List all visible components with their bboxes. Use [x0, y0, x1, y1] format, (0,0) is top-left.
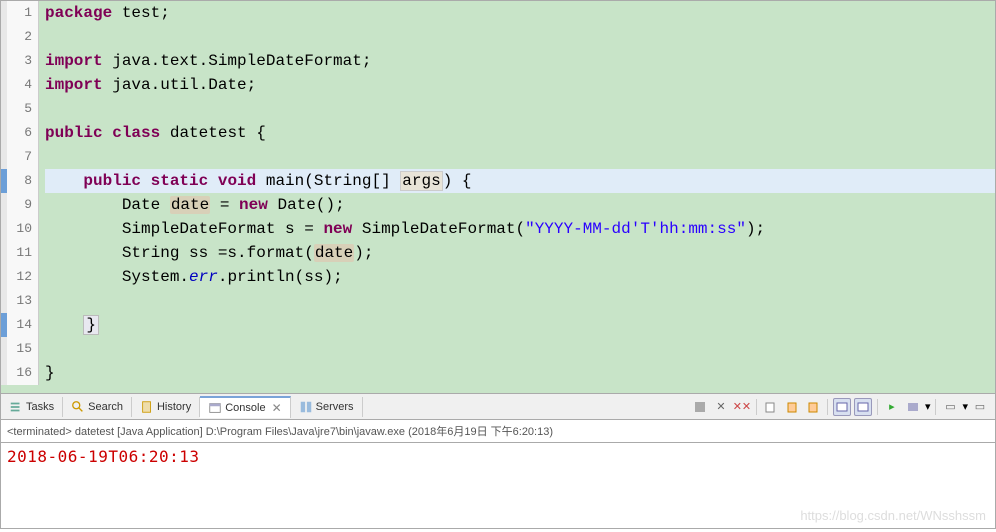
console-output[interactable]: 2018-06-19T06:20:13 — [0, 443, 996, 529]
console-header: <terminated> datetest [Java Application]… — [0, 420, 996, 443]
remove-all-icon[interactable]: ✕✕ — [733, 398, 751, 416]
pin-icon[interactable] — [804, 398, 822, 416]
tab-label: Search — [88, 401, 123, 413]
show-console-icon[interactable] — [833, 398, 851, 416]
search-icon — [71, 400, 85, 414]
open-console-icon[interactable]: ▸ — [883, 398, 901, 416]
tab-label: History — [157, 401, 191, 413]
stop-icon[interactable] — [691, 398, 709, 416]
clear-icon[interactable] — [762, 398, 780, 416]
code-editor[interactable]: 1 2 3 4 5 6 7 8 9 10 11 12 13 14 15 16 p… — [0, 0, 996, 394]
line-gutter: 1 2 3 4 5 6 7 8 9 10 11 12 13 14 15 16 — [7, 1, 39, 385]
minimize-icon[interactable]: ▭ — [941, 398, 959, 416]
tab-console[interactable]: Console ✕ — [200, 396, 290, 418]
tab-history[interactable]: History — [132, 397, 200, 417]
history-icon — [140, 400, 154, 414]
tab-servers[interactable]: Servers — [291, 397, 363, 417]
show-stdout-icon[interactable] — [854, 398, 872, 416]
tasks-icon — [9, 400, 23, 414]
maximize-icon[interactable]: ▭ — [971, 398, 989, 416]
code-content[interactable]: package test; import java.text.SimpleDat… — [39, 1, 995, 385]
close-icon[interactable]: ✕ — [272, 401, 282, 415]
tab-label: Servers — [316, 401, 354, 413]
tab-search[interactable]: Search — [63, 397, 132, 417]
console-toolbar: ✕ ✕✕ ▸ ▾ ▭▾ ▭ — [691, 398, 995, 416]
servers-icon — [299, 400, 313, 414]
tab-label: Tasks — [26, 401, 54, 413]
tab-label: Console — [225, 402, 265, 414]
display-selected-icon[interactable] — [904, 398, 922, 416]
tab-tasks[interactable]: Tasks — [1, 397, 63, 417]
console-icon — [208, 401, 222, 415]
scroll-lock-icon[interactable] — [783, 398, 801, 416]
views-tab-bar: Tasks Search History Console ✕ Servers ✕… — [0, 394, 996, 420]
remove-terminated-icon[interactable]: ✕ — [712, 398, 730, 416]
